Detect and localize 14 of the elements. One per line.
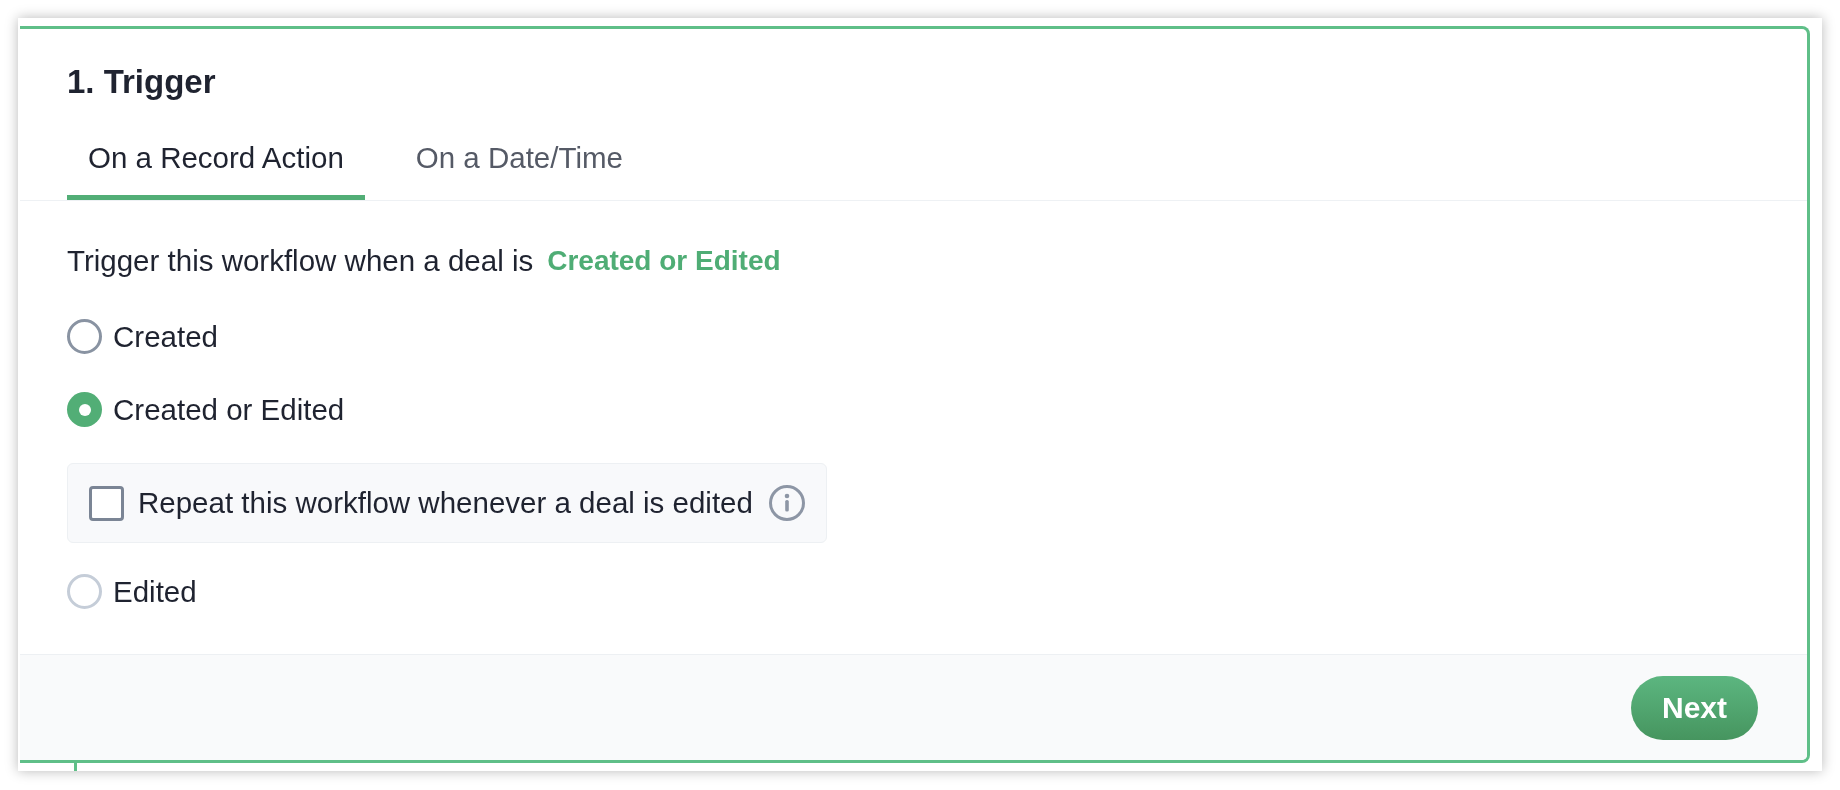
radio-button[interactable] bbox=[67, 319, 102, 354]
tab[interactable]: On a Record Action bbox=[67, 127, 365, 200]
tab[interactable]: On a Date/Time bbox=[394, 127, 644, 200]
checkbox[interactable] bbox=[89, 485, 124, 521]
radio-option[interactable]: Created bbox=[67, 319, 218, 354]
prompt-text: Trigger this workflow when a deal is bbox=[67, 244, 534, 278]
selected-trigger: Created or Edited bbox=[547, 244, 781, 278]
radio-option[interactable]: Edited bbox=[67, 574, 197, 609]
info-icon[interactable] bbox=[768, 485, 805, 521]
radio-button[interactable] bbox=[67, 574, 102, 609]
card-title: 1. Trigger bbox=[67, 62, 217, 102]
radio-button[interactable] bbox=[67, 392, 102, 427]
checkbox-label: Repeat this workflow whenever a deal is edited bbox=[138, 486, 753, 520]
radio-option[interactable]: Created or Edited bbox=[67, 392, 345, 427]
